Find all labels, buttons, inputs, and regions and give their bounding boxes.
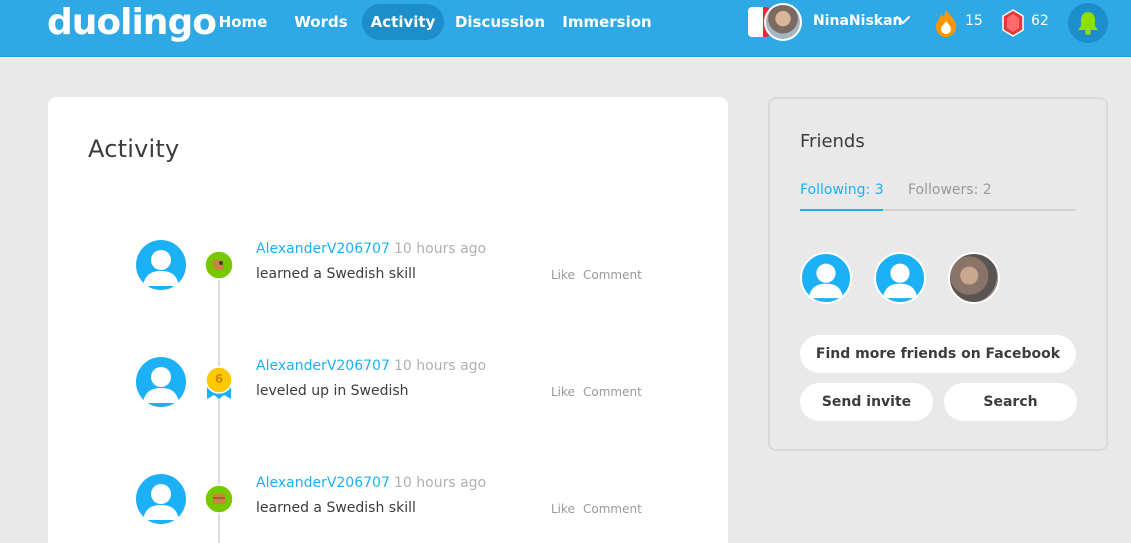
nav-immersion[interactable]: Immersion [558,4,656,40]
friend-avatar-photo[interactable] [948,252,1000,304]
tab-following[interactable]: Following: 3 [800,181,884,199]
feed-username-link[interactable]: AlexanderV206707 [256,357,390,375]
feed-description: learned a Swedish skill [256,500,416,516]
default-avatar-icon [143,484,179,520]
activity-card: Activity AlexanderV206707 10 hours ago l… [48,97,728,543]
level-number: 6 [214,372,224,386]
friend-avatar[interactable] [800,252,852,304]
gem-count: 62 [1031,13,1049,29]
chevron-down-icon[interactable] [895,12,911,28]
default-avatar-icon [882,263,918,299]
feed-username-link[interactable]: AlexanderV206707 [256,240,390,258]
skill-icon [204,484,234,514]
notifications-button[interactable] [1068,3,1108,43]
activity-item: AlexanderV206707 10 hours ago learned a … [48,474,728,543]
feed-username-link[interactable]: AlexanderV206707 [256,474,390,492]
activity-item: AlexanderV206707 10 hours ago learned a … [48,240,728,310]
activity-item: 6 AlexanderV206707 10 hours ago leveled … [48,357,728,427]
active-tab-indicator [800,209,883,211]
nav-words[interactable]: Words [286,4,356,40]
nav-home[interactable]: Home [210,4,276,40]
comment-link[interactable]: Comment [583,384,642,400]
user-avatar[interactable] [764,3,802,41]
find-facebook-friends-button[interactable]: Find more friends on Facebook [800,335,1076,373]
comment-link[interactable]: Comment [583,267,642,283]
avatar[interactable] [136,357,186,407]
top-navigation-bar: duolingo Home Words Activity Discussion … [0,0,1131,57]
feed-timestamp: 10 hours ago [394,241,487,257]
page-title: Activity [88,135,180,163]
feed-description: learned a Swedish skill [256,266,416,282]
feed-description: leveled up in Swedish [256,383,409,399]
friends-panel: Friends Following: 3 Followers: 2 Find m… [768,97,1108,451]
send-invite-button[interactable]: Send invite [800,383,933,421]
nav-activity[interactable]: Activity [362,4,444,40]
nav-discussion[interactable]: Discussion [452,4,548,40]
streak-count: 15 [965,13,983,29]
friend-avatar[interactable] [874,252,926,304]
username-label[interactable]: NinaNiskan [813,10,903,32]
comment-link[interactable]: Comment [583,501,642,517]
default-avatar-icon [808,263,844,299]
like-link[interactable]: Like [551,267,575,283]
duolingo-logo[interactable]: duolingo [47,3,217,43]
like-link[interactable]: Like [551,501,575,517]
friends-title: Friends [800,131,865,152]
feed-timestamp: 10 hours ago [394,358,487,374]
default-avatar-icon [143,367,179,403]
skill-icon [204,250,234,280]
search-friends-button[interactable]: Search [944,383,1077,421]
level-badge-icon: 6 [204,365,234,401]
avatar[interactable] [136,240,186,290]
feed-timestamp: 10 hours ago [394,475,487,491]
like-link[interactable]: Like [551,384,575,400]
avatar[interactable] [136,474,186,524]
tab-followers[interactable]: Followers: 2 [908,181,992,199]
default-avatar-icon [143,250,179,286]
gem-icon[interactable] [1000,8,1026,38]
flame-icon[interactable] [933,8,959,38]
bell-icon [1078,12,1098,35]
